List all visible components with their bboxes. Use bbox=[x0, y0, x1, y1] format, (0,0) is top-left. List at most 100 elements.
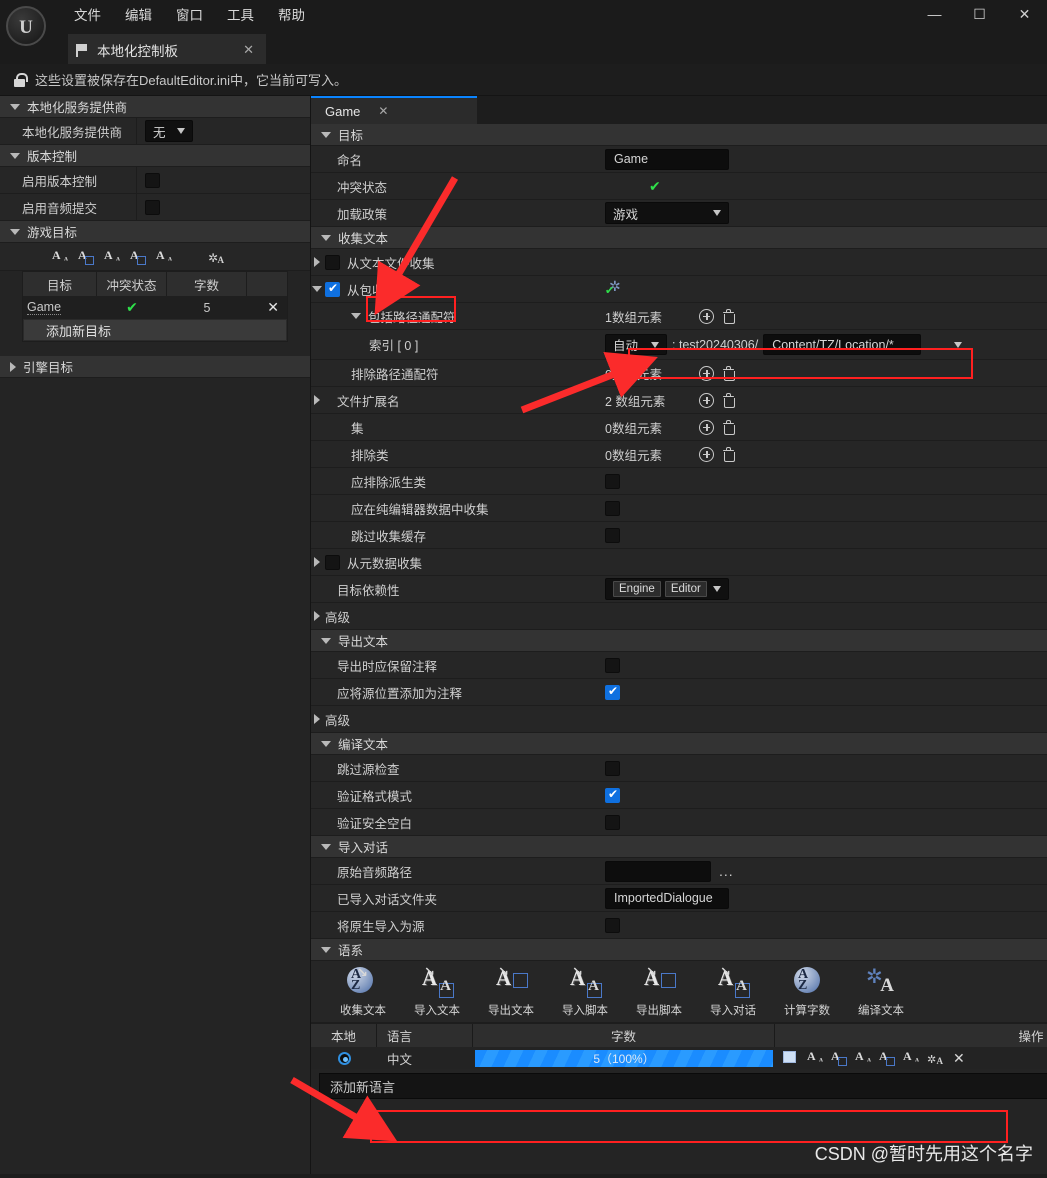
export-script-icon[interactable]: A bbox=[879, 1050, 895, 1066]
clear-array-icon[interactable] bbox=[722, 446, 735, 462]
row-export-advanced[interactable]: 高级 bbox=[311, 706, 1047, 733]
section-import-dialogue[interactable]: 导入对话 bbox=[311, 836, 1047, 858]
validate-format-patterns-checkbox[interactable] bbox=[605, 787, 620, 803]
collect-text-icon[interactable] bbox=[26, 249, 42, 265]
culture-table-row[interactable]: 中文 5（100%） Aᴬ A Aᴬ A Aᴬ ✲ A ✕ bbox=[311, 1047, 1047, 1069]
skip-source-check-checkbox[interactable] bbox=[605, 760, 620, 776]
import-dialogue-icon[interactable]: Aᴬ bbox=[903, 1050, 919, 1066]
lsp-combo[interactable]: 无 bbox=[145, 120, 193, 142]
section-game-targets[interactable]: 游戏目标 bbox=[0, 221, 310, 243]
clear-array-icon[interactable] bbox=[722, 392, 735, 408]
column-header-actions: 操作 bbox=[1018, 1030, 1044, 1044]
chevron-right-icon[interactable] bbox=[314, 395, 320, 405]
export-text-icon[interactable]: A bbox=[831, 1050, 847, 1066]
action-import-script[interactable]: AA ↘ 导入脚本 bbox=[557, 964, 613, 1018]
add-array-element-icon[interactable] bbox=[699, 392, 714, 408]
tab-close-icon[interactable]: ✕ bbox=[378, 104, 388, 118]
dependency-chip-engine: Engine bbox=[613, 581, 661, 597]
chevron-right-icon[interactable] bbox=[314, 714, 320, 724]
section-export-text[interactable]: 导出文本 bbox=[311, 630, 1047, 652]
loading-policy-combo[interactable]: 游戏 bbox=[605, 202, 729, 224]
action-import-dialogue[interactable]: AA ↘ 导入对话 bbox=[705, 964, 761, 1018]
add-array-element-icon[interactable] bbox=[699, 419, 714, 435]
action-count-words[interactable]: AZ 计算字数 bbox=[779, 967, 835, 1018]
menu-file[interactable]: 文件 bbox=[62, 0, 113, 28]
chevron-right-icon[interactable] bbox=[314, 557, 320, 567]
table-row[interactable]: Game ✔ 5 ✕ bbox=[23, 296, 287, 319]
validate-safe-whitespace-checkbox[interactable] bbox=[605, 814, 620, 830]
clear-array-icon[interactable] bbox=[722, 419, 735, 435]
export-script-icon[interactable]: A bbox=[130, 249, 146, 265]
chevron-right-icon[interactable] bbox=[314, 257, 320, 267]
clear-array-icon[interactable] bbox=[722, 308, 735, 324]
gather-editor-only-data-checkbox[interactable] bbox=[605, 500, 620, 516]
import-text-icon[interactable]: Aᴬ bbox=[807, 1050, 823, 1066]
add-array-element-icon[interactable] bbox=[699, 308, 714, 324]
native-culture-radio[interactable] bbox=[337, 1051, 351, 1065]
chevron-down-icon[interactable] bbox=[351, 313, 361, 319]
menu-help[interactable]: 帮助 bbox=[266, 0, 317, 28]
target-name-link[interactable]: Game bbox=[27, 300, 62, 315]
compile-text-icon[interactable]: ✲ A bbox=[208, 249, 224, 265]
gather-from-packages-checkbox[interactable] bbox=[325, 281, 340, 297]
chevron-right-icon[interactable] bbox=[314, 611, 320, 621]
preserve-comments-checkbox[interactable] bbox=[605, 657, 620, 673]
clear-array-icon[interactable] bbox=[722, 365, 735, 381]
import-script-icon[interactable]: Aᴬ bbox=[855, 1050, 871, 1066]
skip-gather-cache-checkbox[interactable] bbox=[605, 527, 620, 543]
imported-dialogue-folder-input[interactable]: ImportedDialogue bbox=[605, 887, 729, 909]
section-compile-text[interactable]: 编译文本 bbox=[311, 733, 1047, 755]
action-export-text[interactable]: A ↘ 导出文本 bbox=[483, 964, 539, 1018]
chevron-down-icon bbox=[321, 843, 331, 850]
add-new-language-dropdown[interactable]: 添加新语言 bbox=[319, 1073, 1047, 1099]
target-dependencies-combo[interactable]: Engine Editor bbox=[605, 578, 729, 600]
import-native-as-source-checkbox[interactable] bbox=[605, 917, 620, 933]
menu-tools[interactable]: 工具 bbox=[215, 0, 266, 28]
import-text-icon[interactable]: Aᴬ bbox=[52, 249, 68, 265]
path-root-combo[interactable]: 自动 bbox=[605, 334, 667, 355]
target-name-input[interactable]: Game bbox=[605, 148, 729, 170]
add-array-element-icon[interactable] bbox=[699, 446, 714, 462]
action-import-text[interactable]: AA ↘ 导入文本 bbox=[409, 964, 465, 1018]
browse-ellipsis-icon[interactable]: ... bbox=[719, 863, 734, 879]
import-script-icon[interactable]: Aᴬ bbox=[104, 249, 120, 265]
action-compile-text[interactable]: ✲ A 编译文本 bbox=[853, 967, 909, 1018]
add-new-target-button[interactable]: 添加新目标 bbox=[23, 319, 287, 341]
section-cultures[interactable]: 语系 bbox=[311, 939, 1047, 961]
enable-version-control-checkbox[interactable] bbox=[145, 172, 160, 188]
delete-culture-icon[interactable]: ✕ bbox=[953, 1050, 965, 1067]
chevron-down-icon[interactable] bbox=[953, 341, 962, 348]
menu-edit[interactable]: 编辑 bbox=[113, 0, 164, 28]
enable-audio-submit-checkbox[interactable] bbox=[145, 199, 160, 215]
menu-window[interactable]: 窗口 bbox=[164, 0, 215, 28]
tab-close-icon[interactable]: ✕ bbox=[241, 42, 256, 58]
section-target[interactable]: 目标 bbox=[311, 124, 1047, 146]
add-source-locations-checkbox[interactable] bbox=[605, 684, 620, 700]
open-folder-icon[interactable] bbox=[783, 1050, 799, 1066]
tab-localization-dashboard[interactable]: 本地化控制板 ✕ bbox=[68, 34, 266, 64]
should-exclude-derived-classes-checkbox[interactable] bbox=[605, 473, 620, 489]
action-collect-text[interactable]: AZ ↘ 收集文本 bbox=[335, 965, 391, 1018]
close-button[interactable]: ✕ bbox=[1002, 0, 1047, 28]
path-wildcard-input[interactable]: Content/TZ/Location/* bbox=[763, 334, 922, 355]
add-array-element-icon[interactable] bbox=[699, 365, 714, 381]
minimize-button[interactable]: — bbox=[912, 0, 957, 28]
section-version-control[interactable]: 版本控制 bbox=[0, 145, 310, 167]
maximize-button[interactable]: ☐ bbox=[957, 0, 1002, 28]
chevron-down-icon[interactable] bbox=[312, 286, 322, 292]
action-export-script[interactable]: A ↘ 导出脚本 bbox=[631, 964, 687, 1018]
gather-from-metadata-checkbox[interactable] bbox=[325, 554, 340, 570]
browse-ellipsis-icon[interactable]: ... bbox=[926, 337, 941, 353]
count-words-icon[interactable] bbox=[182, 249, 198, 265]
remove-target-icon[interactable]: ✕ bbox=[247, 299, 287, 316]
section-localization-service-provider[interactable]: 本地化服务提供商 bbox=[0, 96, 310, 118]
tab-game-target[interactable]: Game ✕ bbox=[311, 96, 477, 124]
gather-from-text-files-checkbox[interactable] bbox=[325, 254, 340, 270]
import-dialogue-icon[interactable]: Aᴬ bbox=[156, 249, 172, 265]
export-text-icon[interactable]: A bbox=[78, 249, 94, 265]
row-gather-advanced[interactable]: 高级 bbox=[311, 603, 1047, 630]
compile-text-icon[interactable]: ✲ A bbox=[927, 1050, 943, 1067]
section-gather-text[interactable]: 收集文本 bbox=[311, 227, 1047, 249]
raw-audio-path-input[interactable] bbox=[605, 860, 711, 882]
section-engine-targets[interactable]: 引擎目标 bbox=[0, 356, 310, 378]
